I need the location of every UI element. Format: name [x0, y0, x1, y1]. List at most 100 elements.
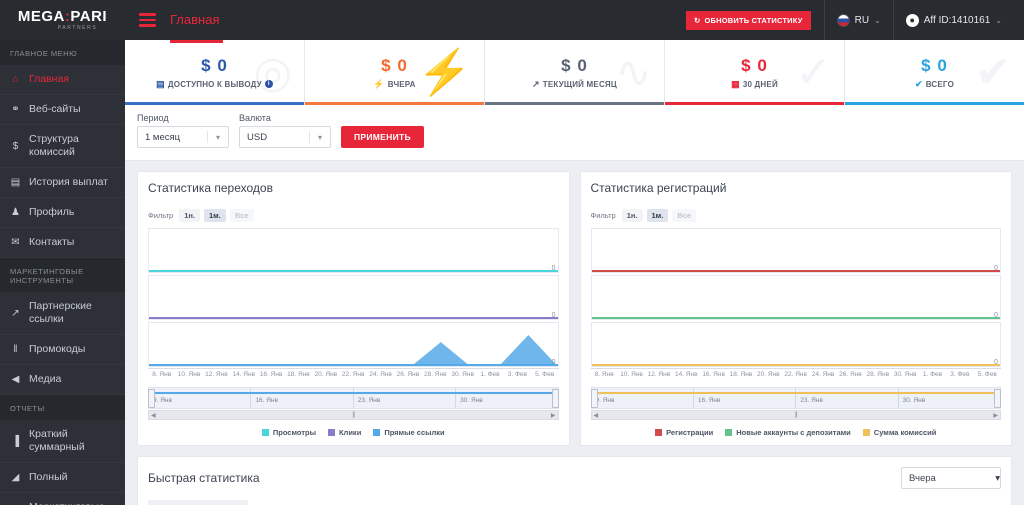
legend-swatch: [862, 429, 870, 436]
sidebar-item-4[interactable]: ♟ Профиль: [0, 198, 125, 228]
apply-button[interactable]: ПРИМЕНИТЬ: [341, 126, 424, 148]
kpi-watermark-icon: ⚡: [417, 47, 472, 97]
account-selector[interactable]: ● Aff ID:1410161 ⌄: [892, 0, 1014, 40]
scroll-right-icon[interactable]: ▶: [549, 412, 558, 419]
kpi-card-3[interactable]: ✓ $ 0 ▦ 30 ДНЕЙ: [665, 40, 845, 105]
kpi-cards: ◎ $ 0 ▤ ДОСТУПНО К ВЫВОДУ i ⚡ $ 0 ⚡ ВЧЕРА ∿ $ 0 ↗ ТЕ…: [125, 40, 1024, 105]
x-axis-tick: 30. Янв: [451, 371, 474, 378]
period-field: Период 1 месяц ▾: [137, 113, 229, 148]
chart-filter-option[interactable]: 1м.: [646, 209, 669, 222]
link-icon: ⚭: [11, 104, 20, 115]
kpi-value: $ 0: [921, 55, 948, 75]
scroll-right-icon[interactable]: ▶: [991, 412, 1000, 419]
navigator-handle-left[interactable]: [590, 389, 598, 408]
kpi-label: ДОСТУПНО К ВЫВОДУ: [167, 79, 262, 89]
language-selector[interactable]: RU ⌄: [823, 0, 893, 40]
kpi-card-0[interactable]: ◎ $ 0 ▤ ДОСТУПНО К ВЫВОДУ i: [125, 40, 305, 105]
chart-scrollbar[interactable]: ◀ ||| ▶: [590, 410, 1001, 420]
hamburger-icon[interactable]: [125, 10, 170, 30]
sidebar-main-items: ⌂ Главная ⚭ Веб-сайты $ Структура комиссий ▤ Ис…: [0, 65, 125, 258]
kpi-value: $ 0: [201, 55, 228, 75]
sidebar-item-label: Медиа: [29, 373, 62, 385]
brand-logo[interactable]: MEGA:PARI PARTNERS: [0, 0, 125, 40]
quick-stats-panel: Быстрая статистика Вчера ▾ Выбрано 10 п.…: [137, 456, 1012, 505]
columns-picker[interactable]: Выбрано 10 п. ▾: [148, 500, 249, 505]
navigator-ticks: 9. Янв 16. Янв 23. Янв 30. Янв: [149, 388, 558, 408]
x-axis-tick: 24. Янв: [369, 371, 392, 378]
navigator-handle-right[interactable]: [551, 389, 559, 408]
chart-title: Статистика регистраций: [590, 181, 727, 195]
sidebar-item-1[interactable]: ◢ Полный: [0, 463, 125, 493]
sidebar-marketing-items: ↗ Партнерские ссылки ‖ Промокоды ◀ Медиа: [0, 292, 125, 395]
sidebar-item-label: Главная: [29, 73, 69, 85]
legend-swatch: [655, 429, 663, 436]
legend-item[interactable]: Сумма комиссий: [862, 428, 936, 437]
sidebar-item-label: Веб-сайты: [29, 103, 81, 115]
user-icon: ♟: [11, 207, 20, 218]
refresh-stats-button[interactable]: ↻ ОБНОВИТЬ СТАТИСТИКУ: [685, 10, 811, 30]
kpi-accent-bar: [485, 102, 664, 105]
check-icon: ✔: [915, 78, 923, 89]
chart-filter-option[interactable]: 1н.: [621, 209, 643, 222]
legend-label: Новые аккаунты с депозитами: [736, 428, 851, 437]
sidebar-item-0[interactable]: ⌂ Главная: [0, 65, 125, 95]
scroll-left-icon[interactable]: ◀: [149, 412, 158, 419]
legend-item[interactable]: Клики: [327, 428, 362, 437]
sidebar-item-1[interactable]: ‖ Промокоды: [0, 335, 125, 365]
language-label: RU: [854, 14, 870, 26]
brand-wordmark: MEGA:PARI: [18, 9, 107, 24]
x-axis-tick: 14. Янв: [232, 371, 256, 378]
chevron-down-icon: ▾: [995, 472, 1000, 484]
sidebar-item-0[interactable]: ▐ Краткий суммарный: [0, 420, 125, 463]
chart-navigator[interactable]: 9. Янв 16. Янв 23. Янв 30. Янв: [590, 387, 1001, 409]
legend-item[interactable]: Прямые ссылки: [373, 428, 445, 437]
kpi-card-4[interactable]: ✔ $ 0 ✔ ВСЕГО: [845, 40, 1024, 105]
chart-filter-option[interactable]: 1м.: [204, 209, 226, 222]
chart-filter-option[interactable]: 1н.: [179, 209, 200, 222]
kpi-card-2[interactable]: ∿ $ 0 ↗ ТЕКУЩИЙ МЕСЯЦ: [485, 40, 665, 105]
sidebar-item-2[interactable]: ◕Маркетинговые инструменты: [0, 493, 125, 505]
kpi-card-1[interactable]: ⚡ $ 0 ⚡ ВЧЕРА: [305, 40, 485, 105]
chart-filter-option[interactable]: Все: [229, 209, 254, 222]
scroll-left-icon[interactable]: ◀: [592, 412, 601, 419]
sidebar-item-2[interactable]: ◀ Медиа: [0, 365, 125, 395]
kpi-label: 30 ДНЕЙ: [742, 79, 778, 89]
flag-ru-icon: [836, 13, 850, 27]
sidebar-item-5[interactable]: ✉ Контакты: [0, 228, 125, 258]
chart-scrollbar[interactable]: ◀ ||| ▶: [148, 410, 559, 420]
navigator-handle-left[interactable]: [148, 389, 155, 408]
chart-filter-option[interactable]: Все: [672, 209, 697, 222]
sidebar-item-1[interactable]: ⚭ Веб-сайты: [0, 95, 125, 125]
chart-series-baseline: [591, 364, 1000, 366]
quick-stats-range-select[interactable]: Вчера ▾: [901, 467, 1001, 489]
x-axis-tick: 28. Янв: [866, 371, 890, 378]
scroll-grip[interactable]: |||: [352, 412, 355, 418]
chart-navigator[interactable]: 9. Янв 16. Янв 23. Янв 30. Янв: [148, 387, 559, 409]
sidebar-item-0[interactable]: ↗ Партнерские ссылки: [0, 292, 125, 335]
legend-item[interactable]: Просмотры: [261, 428, 316, 437]
sidebar-item-3[interactable]: ▤ История выплат: [0, 168, 125, 198]
legend-swatch: [261, 429, 269, 436]
currency-select[interactable]: USD ▾: [239, 126, 331, 148]
sidebar-item-label: Контакты: [29, 236, 75, 248]
chart-body: 0 0 0 8. Янв 10. Янв 12. Янв 14. Янв 16. Янв 18.…: [590, 228, 1001, 420]
quick-stats-title: Быстрая статистика: [148, 471, 260, 485]
legend-item[interactable]: Регистрации: [655, 428, 713, 437]
scroll-grip[interactable]: |||: [795, 412, 798, 418]
x-axis-tick: 26. Янв: [839, 371, 862, 378]
kpi-value: $ 0: [741, 55, 768, 75]
x-axis-tick: 20. Янв: [757, 371, 780, 378]
refresh-icon: ↻: [693, 15, 701, 25]
navigator-handle-right[interactable]: [994, 389, 1001, 408]
legend-label: Клики: [338, 428, 362, 437]
legend-item[interactable]: Новые аккаунты с депозитами: [725, 428, 851, 437]
user-avatar-icon: ●: [905, 13, 919, 27]
y-axis-zero-label: 0: [551, 265, 556, 272]
period-select[interactable]: 1 месяц ▾: [137, 126, 229, 148]
y-axis-zero-label: 0: [551, 312, 556, 319]
legend-swatch: [725, 429, 733, 436]
navigator-tick: 23. Янв: [354, 388, 457, 408]
y-axis-zero-label: 0: [994, 265, 998, 272]
info-icon[interactable]: i: [264, 80, 273, 88]
sidebar-item-2[interactable]: $ Структура комиссий: [0, 125, 125, 168]
